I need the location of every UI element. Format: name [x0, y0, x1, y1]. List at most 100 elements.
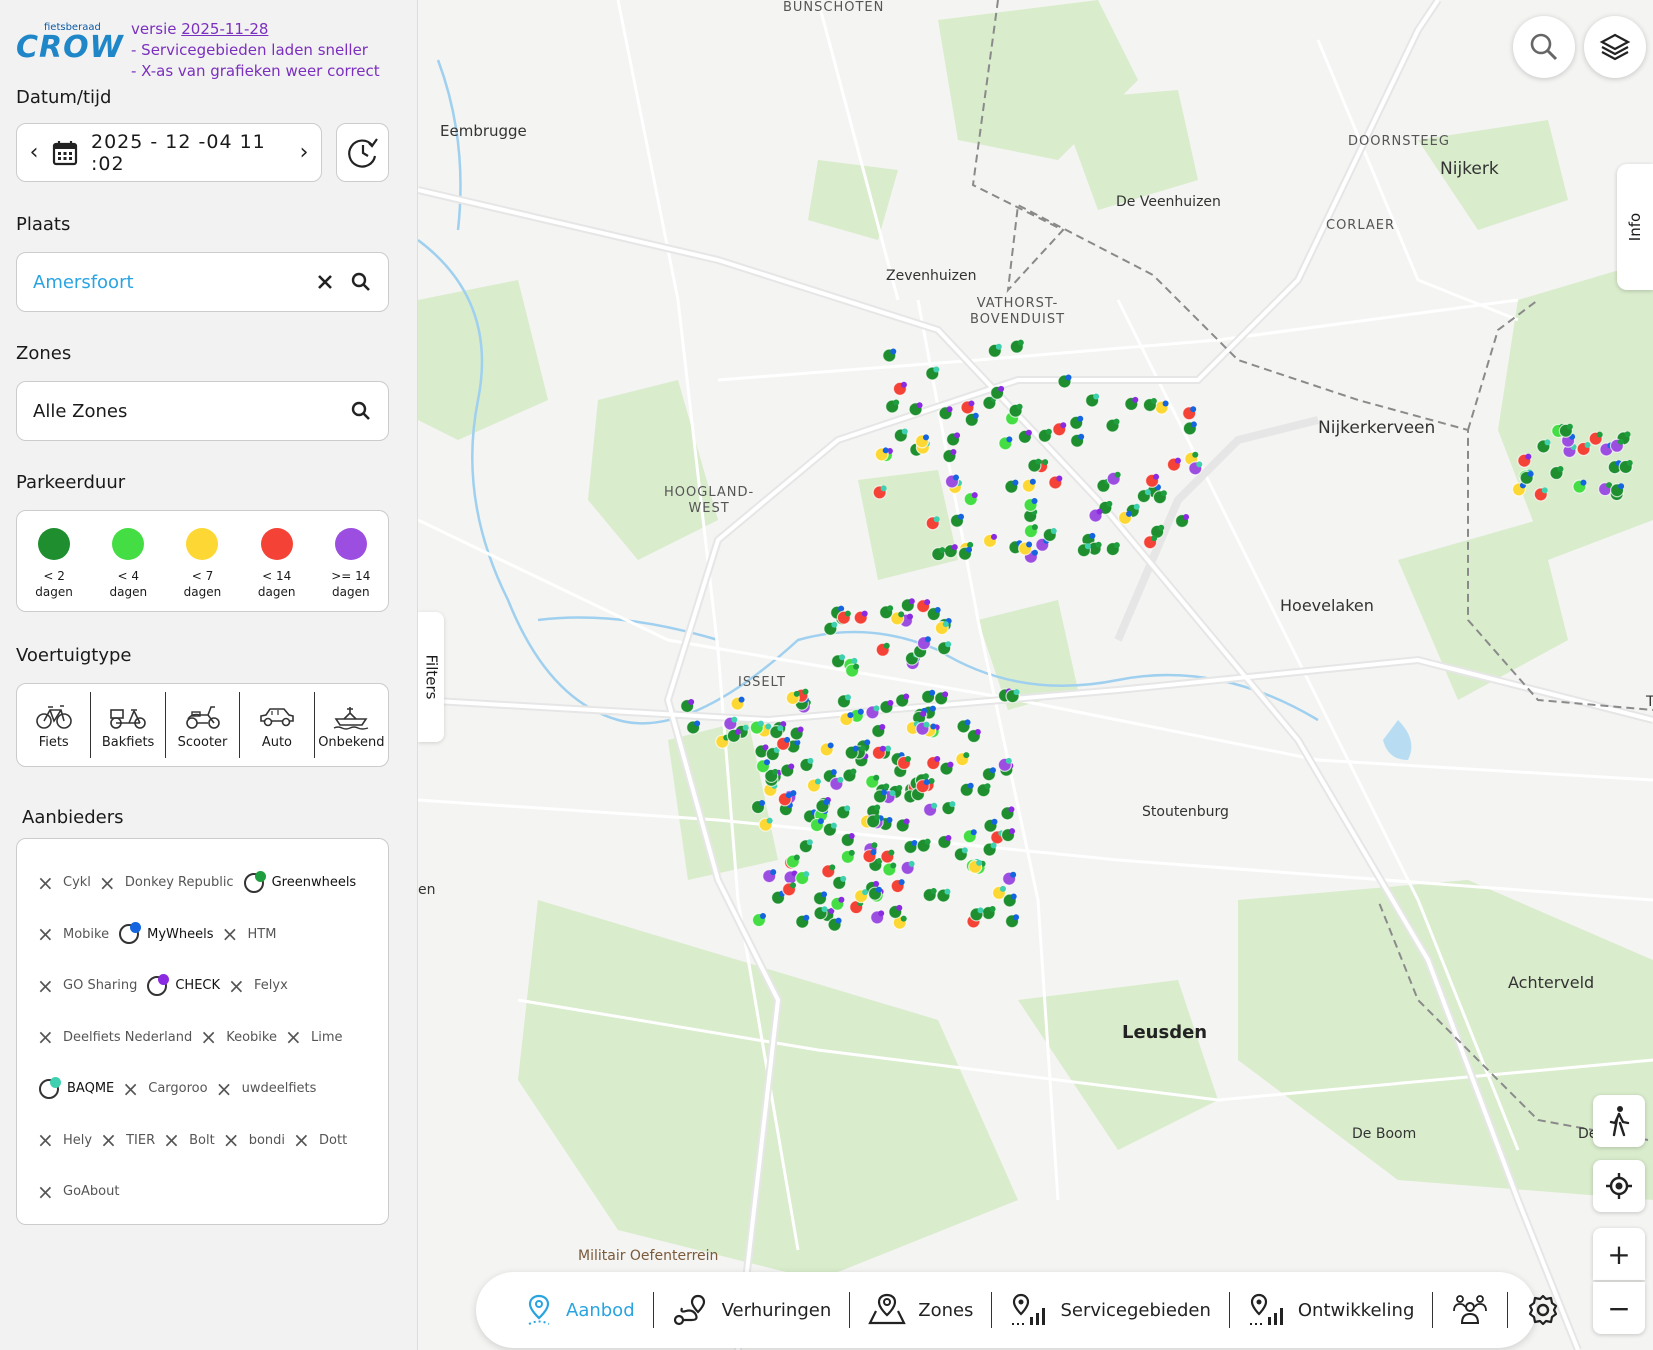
vehicle-marker[interactable]	[781, 882, 797, 897]
vehicle-marker[interactable]	[1023, 524, 1039, 539]
datetime-value[interactable]: 2025 - 12 -04 11 :02	[91, 131, 287, 175]
vehicle-marker[interactable]	[865, 774, 880, 789]
search-icon[interactable]	[350, 271, 372, 293]
vehicle-marker[interactable]	[844, 745, 859, 760]
provider-toggle[interactable]: × HTM	[222, 922, 277, 946]
vehicle-marker[interactable]	[1519, 470, 1534, 485]
nav-servicegebieden[interactable]: Servicegebieden	[992, 1292, 1230, 1328]
vehicle-marker[interactable]	[981, 767, 997, 782]
vehicle-marker[interactable]	[923, 802, 938, 817]
prev-day-button[interactable]: ‹	[17, 140, 51, 165]
vehicle-marker[interactable]	[1618, 459, 1633, 475]
vehicle-marker[interactable]	[875, 642, 890, 657]
vehicle-marker[interactable]	[1558, 423, 1573, 438]
vehicle-marker[interactable]	[926, 755, 941, 771]
search-icon[interactable]	[350, 400, 372, 422]
vehicle-marker[interactable]	[755, 759, 771, 774]
vehicle-marker[interactable]	[723, 716, 738, 731]
vehicle-marker[interactable]	[966, 728, 981, 744]
zoom-out-button[interactable]: −	[1593, 1282, 1645, 1334]
provider-toggle[interactable]: MyWheels	[117, 922, 214, 945]
vehicle-marker[interactable]	[1076, 543, 1092, 558]
vehicle-marker[interactable]	[922, 887, 937, 903]
vehicle-marker[interactable]	[777, 792, 792, 807]
vehicle-marker[interactable]	[1021, 478, 1036, 493]
duration-option[interactable]: < 4 dagen	[98, 528, 158, 611]
vehicle-marker[interactable]	[1085, 393, 1100, 408]
vehicle-marker[interactable]	[812, 891, 828, 906]
version-link[interactable]: 2025-11-28	[181, 20, 268, 38]
vehicle-marker[interactable]	[957, 546, 973, 561]
vehicle-marker[interactable]	[968, 859, 983, 874]
vehicle-marker[interactable]	[931, 547, 946, 562]
provider-toggle[interactable]: × Dott	[293, 1128, 347, 1152]
vehicle-marker[interactable]	[789, 726, 804, 741]
vehicle-marker[interactable]	[1018, 541, 1033, 556]
vehicle-marker[interactable]	[854, 889, 869, 904]
vehicle-marker[interactable]	[815, 798, 830, 814]
provider-toggle[interactable]: × Donkey Republic	[99, 871, 234, 895]
filters-tab[interactable]: Filters	[418, 612, 444, 742]
vehicle-marker[interactable]	[1069, 415, 1084, 430]
duration-option[interactable]: >= 14 dagen	[321, 528, 381, 611]
vehicle-marker[interactable]	[865, 705, 880, 720]
vehicle-marker[interactable]	[1057, 374, 1072, 389]
vehicle-marker[interactable]	[1609, 438, 1625, 453]
vehicle-marker[interactable]	[997, 757, 1012, 772]
vehicle-marker[interactable]	[1152, 490, 1167, 505]
vehicle-marker[interactable]	[827, 917, 842, 932]
vehicle-onbekend-button[interactable]: Onbekend	[315, 692, 388, 758]
vehicle-marker[interactable]	[821, 864, 836, 879]
nav-aanbod[interactable]: Aanbod	[506, 1292, 654, 1328]
vehicle-marker[interactable]	[998, 436, 1013, 451]
vehicle-marker[interactable]	[879, 699, 894, 715]
vehicle-marker[interactable]	[1023, 497, 1038, 513]
vehicle-marker[interactable]	[799, 757, 814, 773]
vehicle-marker[interactable]	[916, 838, 931, 853]
next-day-button[interactable]: ›	[287, 140, 321, 165]
vehicle-marker[interactable]	[937, 834, 952, 850]
vehicle-marker[interactable]	[1188, 461, 1203, 476]
vehicle-marker[interactable]	[1000, 806, 1015, 821]
vehicle-marker[interactable]	[776, 736, 791, 751]
provider-toggle[interactable]: × Hely	[37, 1128, 92, 1152]
vehicle-marker[interactable]	[941, 801, 956, 816]
vehicle-marker[interactable]	[1009, 339, 1024, 354]
vehicle-marker[interactable]	[939, 761, 954, 776]
vehicle-marker[interactable]	[969, 907, 984, 922]
vehicle-marker[interactable]	[1002, 893, 1017, 908]
vehicle-marker[interactable]	[982, 842, 997, 857]
vehicle-marker[interactable]	[1105, 418, 1120, 433]
vehicle-marker[interactable]	[874, 447, 889, 462]
vehicle-marker[interactable]	[880, 849, 895, 864]
provider-toggle[interactable]: × Mobike	[37, 922, 109, 946]
vehicle-marker[interactable]	[1166, 457, 1182, 472]
vehicle-marker[interactable]	[1052, 422, 1067, 437]
provider-toggle[interactable]: Greenwheels	[242, 870, 356, 893]
vehicle-marker[interactable]	[895, 693, 910, 708]
vehicle-marker[interactable]	[1106, 471, 1121, 486]
vehicle-marker[interactable]	[1576, 441, 1591, 457]
vehicle-marker[interactable]	[1588, 431, 1603, 446]
vehicle-marker[interactable]	[892, 381, 908, 396]
vehicle-marker[interactable]	[1182, 421, 1197, 436]
vehicle-marker[interactable]	[915, 779, 930, 794]
vehicle-scooter-button[interactable]: Scooter	[166, 692, 241, 758]
vehicle-marker[interactable]	[749, 720, 764, 735]
vehicle-marker[interactable]	[1610, 483, 1625, 498]
duration-option[interactable]: < 2 dagen	[24, 528, 84, 611]
vehicle-marker[interactable]	[830, 896, 845, 911]
vehicle-marker[interactable]	[1533, 487, 1548, 502]
vehicle-fiets-button[interactable]: Fiets	[17, 692, 92, 758]
zoom-in-button[interactable]: +	[1593, 1228, 1645, 1280]
vehicle-marker[interactable]	[983, 818, 998, 833]
vehicle-marker[interactable]	[819, 742, 834, 757]
map[interactable]: BUNSCHOTEN Eembrugge DOORNSTEEG Nijkerk …	[418, 0, 1653, 1350]
vehicle-marker[interactable]	[949, 513, 965, 528]
vehicle-marker[interactable]	[936, 888, 951, 903]
vehicle-marker[interactable]	[962, 829, 977, 844]
vehicle-marker[interactable]	[853, 610, 868, 625]
vehicle-marker[interactable]	[1174, 513, 1190, 529]
vehicle-marker[interactable]	[840, 832, 855, 848]
vehicle-marker[interactable]	[845, 663, 860, 678]
